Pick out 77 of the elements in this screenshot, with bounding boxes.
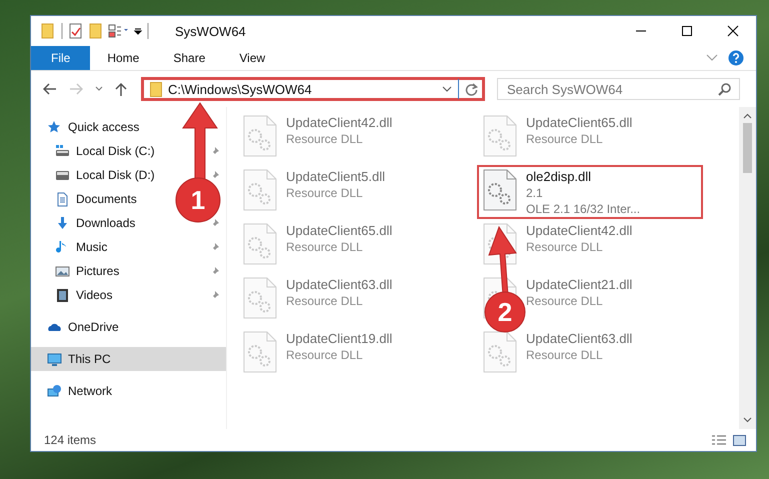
settings-file-icon	[483, 115, 517, 157]
settings-file-icon	[483, 331, 517, 373]
location-icon	[55, 192, 70, 206]
file-name: UpdateClient63.dll	[286, 277, 392, 292]
file-name: UpdateClient42.dll	[526, 223, 632, 238]
ribbon-tab[interactable]: View	[222, 46, 282, 70]
search-icon	[718, 83, 731, 96]
file-detail: Resource DLL	[286, 240, 364, 254]
scroll-down-icon[interactable]	[743, 417, 752, 423]
file-detail: Resource DLL	[526, 348, 604, 362]
scrollbar-thumb[interactable]	[743, 123, 752, 173]
settings-file-icon	[243, 223, 277, 265]
file-name: UpdateClient63.dll	[526, 331, 632, 346]
navigation-item[interactable]: Downloads	[55, 216, 136, 230]
navigation-item[interactable]: Documents	[55, 192, 137, 206]
file-detail: Resource DLL	[286, 186, 364, 200]
search-field[interactable]: Search SysWOW64	[497, 78, 740, 100]
window-title: SysWOW64	[175, 24, 246, 38]
help-icon[interactable]	[728, 50, 744, 66]
settings-file-icon	[243, 277, 277, 319]
file-name: UpdateClient65.dll	[526, 115, 632, 130]
settings-file-icon	[243, 331, 277, 373]
settings-file-icon	[483, 169, 517, 211]
dropdown-caret-icon[interactable]	[442, 86, 452, 92]
navigation-item[interactable]: Network	[47, 384, 112, 398]
location-icon	[55, 216, 70, 230]
close-icon	[727, 25, 739, 37]
callout-number: 2	[498, 297, 512, 327]
address-bar[interactable]: C:\Windows\SysWOW64	[141, 77, 485, 101]
vertical-scrollbar[interactable]	[739, 107, 756, 429]
file-name: UpdateClient65.dll	[286, 223, 392, 238]
ribbon-tab[interactable]: Share	[156, 46, 222, 70]
navigation-item[interactable]: Local Disk (C:)	[55, 144, 155, 158]
file-detail: Resource DLL	[286, 132, 364, 146]
file-detail: Resource DLL	[526, 132, 604, 146]
file-detail: Resource DLL	[526, 294, 604, 308]
file-detail: Resource DLL	[286, 294, 364, 308]
refresh-icon[interactable]	[465, 82, 478, 96]
navigation-item[interactable]: This PC	[47, 352, 111, 366]
navigation-item[interactable]: Pictures	[55, 264, 120, 278]
navigation-item[interactable]: Music	[55, 240, 108, 254]
file-name: ole2disp.dll	[526, 169, 592, 184]
file-detail: OLE 2.1 16/32 Inter...	[526, 202, 640, 216]
file-name: UpdateClient19.dll	[286, 331, 392, 346]
location-icon	[55, 288, 70, 302]
file-detail: Resource DLL	[526, 240, 604, 254]
recent-locations-caret-icon[interactable]	[95, 86, 103, 92]
details-view-icon[interactable]	[711, 434, 727, 446]
file-name: UpdateClient5.dll	[286, 169, 386, 184]
scroll-up-icon[interactable]	[743, 113, 752, 119]
item-count: 124 items	[44, 433, 96, 447]
location-icon	[47, 384, 62, 398]
ribbon-tab[interactable]: Home	[90, 46, 156, 70]
up-arrow-icon[interactable]	[115, 82, 127, 96]
file-name: UpdateClient21.dll	[526, 277, 632, 292]
file-detail: 2.1	[526, 186, 544, 200]
navigation-item[interactable]: Local Disk (D:)	[55, 168, 155, 182]
location-icon	[55, 144, 70, 158]
highlighted-file-item[interactable]: ole2disp.dll 2.1 OLE 2.1 16/32 Inter...	[477, 165, 703, 219]
location-icon	[47, 120, 62, 134]
location-icon	[55, 264, 70, 278]
file-detail: Resource DLL	[286, 348, 364, 362]
large-icons-view-icon[interactable]	[733, 434, 746, 446]
file-name: UpdateClient42.dll	[286, 115, 392, 130]
maximize-icon	[681, 25, 693, 37]
location-icon	[47, 352, 62, 366]
settings-file-icon	[243, 169, 277, 211]
navigation-item[interactable]: OneDrive	[47, 320, 119, 334]
folder-icon	[150, 81, 162, 97]
settings-file-icon	[243, 115, 277, 157]
expand-ribbon-icon[interactable]	[706, 54, 718, 62]
ribbon-tab[interactable]: File	[31, 46, 90, 70]
address-path: C:\Windows\SysWOW64	[168, 82, 313, 96]
callout-number: 1	[190, 185, 206, 215]
navigation-item[interactable]: Videos	[55, 288, 112, 302]
back-arrow-icon[interactable]	[43, 83, 57, 95]
navigation-item[interactable]: Quick access	[47, 120, 140, 134]
